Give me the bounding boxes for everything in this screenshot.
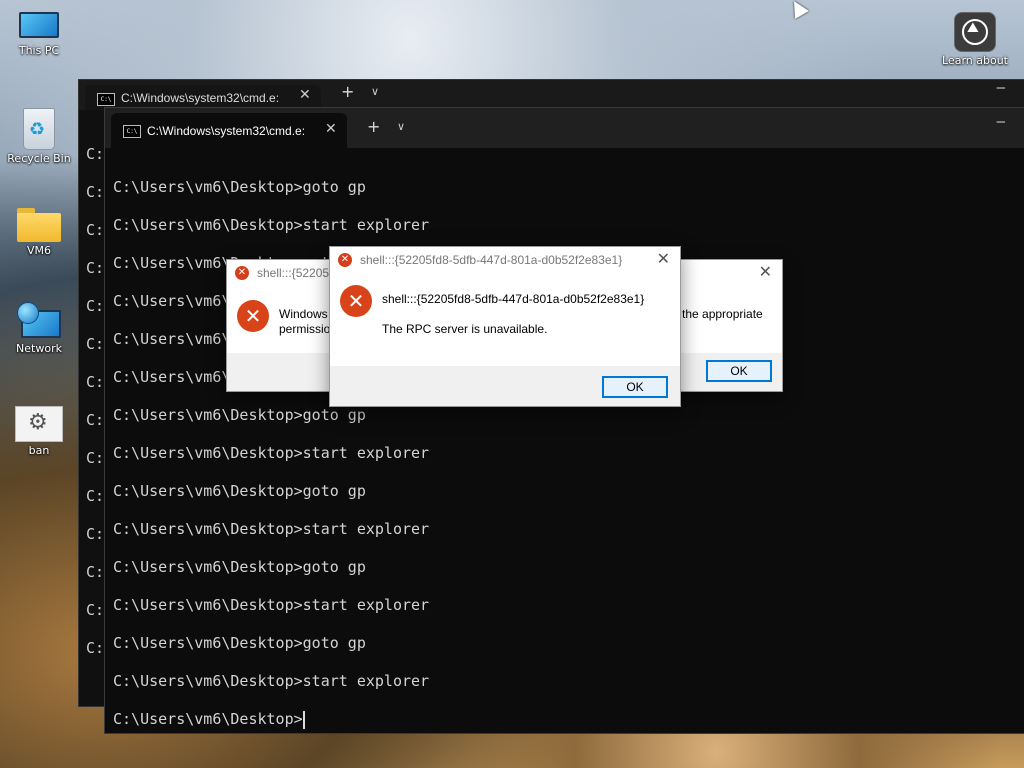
desktop-icon-label: Network xyxy=(16,342,62,355)
learn-about-icon: ⛰ xyxy=(954,12,996,52)
terminal-line: C:\Users\vm6\Desktop>goto gp xyxy=(113,482,366,500)
prompt-fragment: C: xyxy=(86,411,105,429)
prompt-fragment: C: xyxy=(86,183,105,201)
prompt-fragment: C: xyxy=(86,335,105,353)
error-dialog-front[interactable]: ✕ shell:::{52205fd8-5dfb-447d-801a-d0b52… xyxy=(329,246,681,407)
prompt-fragment: C: xyxy=(86,297,105,315)
desktop-icon-label: Learn about xyxy=(942,54,1008,67)
cmd-icon: C:\ xyxy=(97,93,115,106)
desktop-icon-this-pc[interactable]: This PC xyxy=(4,12,74,57)
dialog-message-left: Windows xyxy=(279,307,328,321)
terminal-window-front[interactable]: C:\ C:\Windows\system32\cmd.e: ✕ + ∨ — C… xyxy=(104,107,1024,734)
dialog-message-left-2: permissio xyxy=(279,322,331,336)
desktop-icon-label: This PC xyxy=(18,44,60,57)
terminal-back-output: C: C: C: C: C: C: C: C: C: C: C: C: C: C… xyxy=(86,135,106,667)
terminal-output[interactable]: C:\Users\vm6\Desktop>goto gp C:\Users\vm… xyxy=(105,148,1024,738)
terminal-line: C:\Users\vm6\Desktop>start explorer xyxy=(113,520,430,538)
tab-title: C:\Windows\system32\cmd.e: xyxy=(121,91,280,105)
settings-file-icon: ⚙ xyxy=(15,406,63,442)
dialog-message: The RPC server is unavailable. xyxy=(382,322,548,336)
prompt-fragment: C: xyxy=(86,525,105,543)
desktop-icon-learn-about[interactable]: ⛰ Learn about xyxy=(940,12,1010,67)
prompt-fragment: C: xyxy=(86,563,105,581)
cmd-icon: C:\ xyxy=(123,125,141,138)
dialog-message-title: shell:::{52205fd8-5dfb-447d-801a-d0b52f2… xyxy=(382,292,645,306)
minimize-icon[interactable]: — xyxy=(997,80,1005,96)
terminal-titlebar[interactable]: C:\ C:\Windows\system32\cmd.e: ✕ + ∨ — xyxy=(105,108,1024,148)
ok-button[interactable]: OK xyxy=(602,376,668,398)
error-icon: ✕ xyxy=(340,285,372,317)
recycle-bin-icon: ♻ xyxy=(23,108,55,150)
prompt-fragment: C: xyxy=(86,601,105,619)
close-icon[interactable]: ✕ xyxy=(759,262,772,281)
desktop-icon-label: ban xyxy=(28,444,50,457)
error-icon: ✕ xyxy=(237,300,269,332)
error-small-icon: ✕ xyxy=(338,253,352,267)
ok-button[interactable]: OK xyxy=(706,360,772,382)
tab-close-icon[interactable]: ✕ xyxy=(325,121,337,137)
new-tab-icon[interactable]: + xyxy=(367,117,380,136)
prompt-fragment: C: xyxy=(86,373,105,391)
tab-title: C:\Windows\system32\cmd.e: xyxy=(147,124,306,138)
desktop-icon-recycle-bin[interactable]: ♻ Recycle Bin xyxy=(4,108,74,165)
terminal-titlebar[interactable]: C:\ C:\Windows\system32\cmd.e: ✕ + ∨ — xyxy=(79,80,1024,110)
terminal-line: C:\Users\vm6\Desktop>goto gp xyxy=(113,558,366,576)
dialog-title: shell:::{52205f xyxy=(257,266,333,280)
mouse-cursor-icon xyxy=(787,0,809,19)
dialog-titlebar[interactable]: ✕ shell:::{52205fd8-5dfb-447d-801a-d0b52… xyxy=(330,247,680,273)
minimize-icon[interactable]: — xyxy=(997,114,1005,130)
terminal-line: C:\Users\vm6\Desktop>start explorer xyxy=(113,596,430,614)
prompt-fragment: C: xyxy=(86,639,105,657)
terminal-line: C:\Users\vm6\Desktop>start explorer xyxy=(113,444,430,462)
current-prompt: C:\Users\vm6\Desktop> xyxy=(113,710,303,728)
prompt-fragment: C: xyxy=(86,449,105,467)
desktop-icon-vm6[interactable]: VM6 xyxy=(4,208,74,257)
monitor-icon xyxy=(19,12,59,42)
terminal-line: C:\Users\vm6\Desktop>goto gp xyxy=(113,634,366,652)
terminal-line: C:\Users\vm6\Desktop>start explorer xyxy=(113,216,430,234)
chevron-down-icon[interactable]: ∨ xyxy=(371,85,379,98)
terminal-line: C:\Users\vm6\Desktop>goto gp xyxy=(113,178,366,196)
desktop-icon-label: VM6 xyxy=(26,244,51,257)
error-small-icon: ✕ xyxy=(235,266,249,280)
chevron-down-icon[interactable]: ∨ xyxy=(397,120,405,133)
desktop-icon-ban[interactable]: ⚙ ban xyxy=(4,406,74,457)
text-cursor xyxy=(302,710,305,729)
desktop-icon-label: Recycle Bin xyxy=(7,152,71,165)
prompt-fragment: C: xyxy=(86,259,105,277)
network-icon xyxy=(17,302,61,340)
folder-icon xyxy=(17,208,61,242)
prompt-fragment: C: xyxy=(86,487,105,505)
prompt-fragment: C: xyxy=(86,145,105,163)
new-tab-icon[interactable]: + xyxy=(341,82,354,101)
dialog-title: shell:::{52205fd8-5dfb-447d-801a-d0b52f2… xyxy=(360,253,623,267)
terminal-line: C:\Users\vm6\Desktop>start explorer xyxy=(113,672,430,690)
tab-close-icon[interactable]: ✕ xyxy=(299,87,311,103)
terminal-prompt-line[interactable]: C:\Users\vm6\Desktop> xyxy=(113,700,1017,738)
prompt-fragment: C: xyxy=(86,221,105,239)
desktop-icon-network[interactable]: Network xyxy=(4,302,74,355)
close-icon[interactable]: ✕ xyxy=(657,249,670,268)
terminal-tab[interactable]: C:\ C:\Windows\system32\cmd.e: ✕ xyxy=(111,113,347,148)
dialog-message-right: the appropriate xyxy=(682,307,763,321)
